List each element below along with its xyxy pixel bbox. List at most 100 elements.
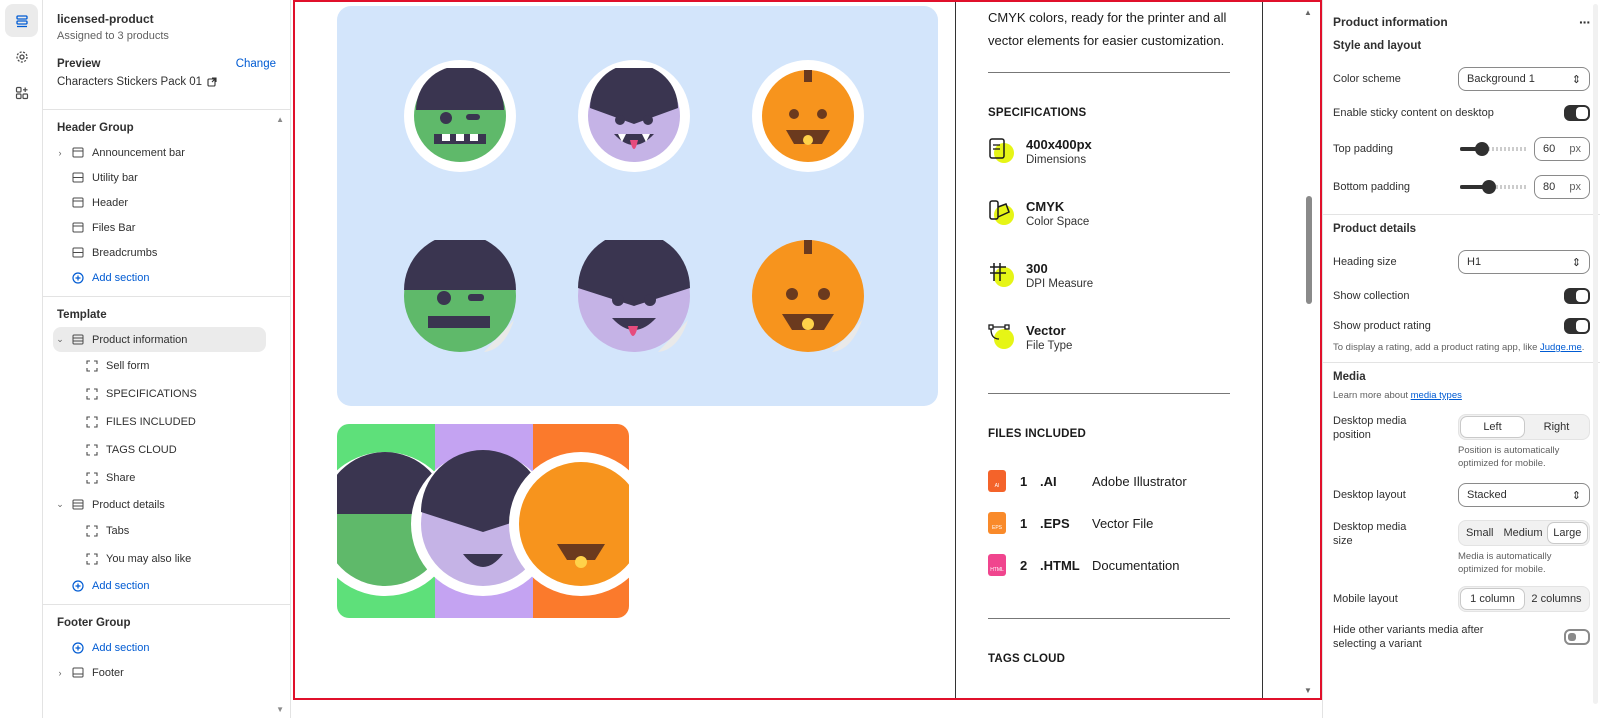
- hide-variants-toggle[interactable]: [1564, 629, 1590, 645]
- file-row: EPS 1 .EPS Vector File: [988, 502, 1230, 544]
- size-medium-option[interactable]: Medium: [1499, 522, 1546, 544]
- hide-variants-label: Hide other variants media after selectin…: [1333, 624, 1484, 650]
- scroll-down-icon[interactable]: ▼: [1304, 686, 1312, 695]
- block-tabs[interactable]: Tabs: [53, 517, 280, 545]
- add-section-label: Add section: [92, 641, 150, 654]
- chevron-right-icon[interactable]: ›: [53, 148, 67, 158]
- spec-value: CMYK: [1026, 199, 1065, 214]
- block-tags-cloud[interactable]: TAGS CLOUD: [53, 436, 280, 464]
- size-small-option[interactable]: Small: [1460, 522, 1499, 544]
- section-announcement-bar[interactable]: › Announcement bar: [53, 140, 280, 165]
- file-description: Documentation: [1092, 557, 1180, 573]
- judge-me-link[interactable]: Judge.me: [1540, 342, 1582, 353]
- section-label: Header: [92, 196, 129, 209]
- mobile-layout-segment: 1 column 2 columns: [1458, 586, 1590, 612]
- section-icon: [69, 498, 87, 512]
- media-position-label: Desktop media position: [1333, 415, 1407, 441]
- block-icon: [83, 443, 101, 457]
- show-rating-toggle[interactable]: [1564, 318, 1590, 334]
- grid-icon: [988, 261, 1016, 289]
- product-gallery-main[interactable]: [337, 6, 938, 406]
- preview-scrollbar[interactable]: [1306, 196, 1312, 304]
- desktop-layout-label: Desktop layout: [1333, 489, 1406, 501]
- position-left-option[interactable]: Left: [1460, 416, 1525, 438]
- file-extension: .EPS: [1040, 515, 1070, 531]
- spec-label: File Type: [1026, 340, 1073, 352]
- add-section-header[interactable]: Add section: [53, 265, 280, 290]
- size-large-option[interactable]: Large: [1546, 522, 1588, 544]
- position-right-option[interactable]: Right: [1525, 416, 1588, 438]
- add-section-template[interactable]: Add section: [53, 573, 280, 598]
- file-description: Vector File: [1092, 515, 1154, 531]
- sections-icon[interactable]: [5, 4, 38, 37]
- template-group: Template ⌄ Product information Sell form …: [43, 297, 290, 605]
- file-row: HTML 2 .HTML Documentation: [988, 544, 1230, 586]
- scroll-up-icon[interactable]: ▲: [276, 115, 284, 124]
- bottom-padding-slider[interactable]: [1460, 180, 1526, 194]
- preview-product[interactable]: Characters Stickers Pack 01: [57, 76, 276, 88]
- media-heading: Media: [1333, 371, 1366, 383]
- more-actions-icon[interactable]: ···: [1579, 14, 1591, 30]
- change-preview-link[interactable]: Change: [236, 58, 276, 70]
- media-size-segment: Small Medium Large: [1458, 520, 1590, 546]
- bottom-padding-label: Bottom padding: [1333, 181, 1411, 193]
- settings-scrollbar[interactable]: [1593, 4, 1598, 704]
- top-padding-input[interactable]: 60 px: [1534, 137, 1590, 161]
- plus-circle-icon: [69, 579, 87, 593]
- files-included-heading: FILES INCLUDED: [988, 428, 1086, 440]
- top-padding-slider[interactable]: [1460, 142, 1526, 156]
- section-files-bar[interactable]: Files Bar: [53, 215, 280, 240]
- two-columns-option[interactable]: 2 columns: [1525, 588, 1588, 610]
- spec-value: 400x400px: [1026, 137, 1092, 152]
- block-label: FILES INCLUDED: [106, 416, 196, 428]
- media-types-link[interactable]: media types: [1411, 390, 1462, 401]
- file-extension: .HTML: [1040, 557, 1080, 573]
- add-section-footer[interactable]: Add section: [53, 635, 280, 660]
- block-files-included[interactable]: FILES INCLUDED: [53, 408, 280, 436]
- product-thumbnail[interactable]: [337, 424, 629, 618]
- section-product-information[interactable]: ⌄ Product information: [53, 327, 266, 352]
- block-specifications[interactable]: SPECIFICATIONS: [53, 380, 280, 408]
- section-footer[interactable]: › Footer: [53, 660, 280, 685]
- spec-item: 400x400px Dimensions: [988, 137, 1230, 199]
- show-collection-toggle[interactable]: [1564, 288, 1590, 304]
- section-header[interactable]: Header: [53, 190, 280, 215]
- scroll-down-icon[interactable]: ▼: [276, 705, 284, 714]
- settings-icon[interactable]: [5, 40, 38, 73]
- desktop-layout-value: Stacked: [1467, 489, 1507, 501]
- scroll-up-icon[interactable]: ▲: [1304, 8, 1312, 17]
- divider: [988, 393, 1230, 394]
- block-label: SPECIFICATIONS: [106, 388, 197, 400]
- section-breadcrumbs[interactable]: Breadcrumbs: [53, 240, 280, 265]
- top-padding-row: Top padding 60 px: [1333, 130, 1590, 168]
- block-you-may-also-like[interactable]: You may also like: [53, 545, 280, 573]
- show-collection-row: Show collection: [1333, 279, 1590, 313]
- chevron-right-icon[interactable]: ›: [53, 668, 67, 678]
- apps-icon[interactable]: [5, 76, 38, 109]
- block-sell-form[interactable]: Sell form: [53, 352, 280, 380]
- section-icon: [69, 333, 87, 347]
- block-share[interactable]: Share: [53, 464, 280, 492]
- frankenstein-sticker: [404, 60, 516, 172]
- html-file-icon: HTML: [988, 554, 1006, 576]
- media-position-row: Desktop media position Left Right Positi…: [1333, 414, 1590, 470]
- desktop-layout-select[interactable]: Stacked ⇕: [1458, 483, 1590, 507]
- section-label: Product information: [92, 333, 188, 346]
- footer-group: Footer Group Add section › Footer: [43, 605, 290, 685]
- eps-file-icon: EPS: [988, 512, 1006, 534]
- spec-value: Vector: [1026, 323, 1066, 338]
- section-product-details[interactable]: ⌄ Product details: [53, 492, 280, 517]
- one-column-option[interactable]: 1 column: [1460, 588, 1525, 610]
- chevron-down-icon[interactable]: ⌄: [53, 334, 67, 345]
- section-utility-bar[interactable]: Utility bar: [53, 165, 280, 190]
- heading-size-select[interactable]: H1 ⇕: [1458, 250, 1590, 274]
- rating-note-text: To display a rating, add a product ratin…: [1333, 342, 1541, 353]
- preview-product-name: Characters Stickers Pack 01: [57, 76, 203, 88]
- sticky-toggle[interactable]: [1564, 105, 1590, 121]
- color-scheme-select[interactable]: Background 1 ⇕: [1458, 67, 1590, 91]
- icon-rail: [0, 0, 43, 718]
- bottom-padding-input[interactable]: 80 px: [1534, 175, 1590, 199]
- chevron-down-icon[interactable]: ⌄: [53, 499, 67, 510]
- frankenstein-peel-sticker: [404, 240, 516, 352]
- section-icon: [69, 171, 87, 185]
